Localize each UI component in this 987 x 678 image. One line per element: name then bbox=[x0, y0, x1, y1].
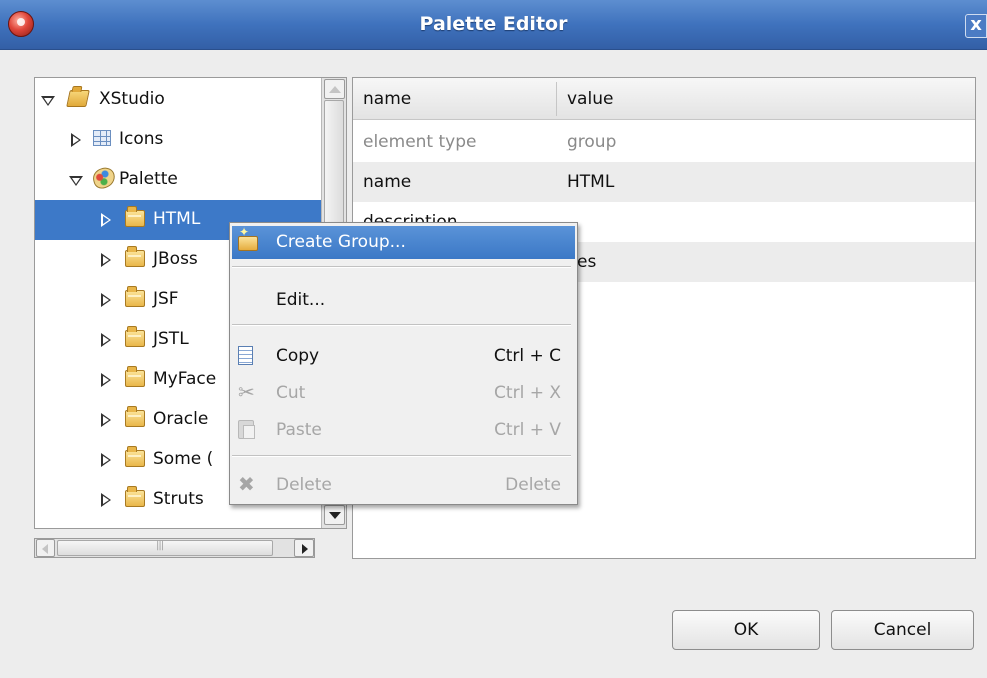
scroll-up-icon[interactable] bbox=[324, 79, 345, 99]
menu-item-label: Create Group... bbox=[276, 232, 406, 252]
expand-triangle-icon[interactable] bbox=[101, 253, 111, 267]
close-button[interactable]: x bbox=[965, 14, 987, 38]
folder-icon bbox=[125, 446, 145, 467]
expand-triangle-icon[interactable] bbox=[101, 213, 111, 227]
horizontal-scroll-thumb[interactable] bbox=[57, 540, 273, 556]
expand-triangle-icon[interactable] bbox=[101, 413, 111, 427]
expand-triangle-icon[interactable] bbox=[101, 453, 111, 467]
property-value[interactable]: HTML bbox=[567, 172, 614, 192]
tree-item-label: JSTL bbox=[153, 329, 189, 349]
create-group-icon bbox=[238, 225, 258, 251]
property-name: name bbox=[363, 172, 412, 192]
tree-item-palette[interactable]: Palette bbox=[35, 160, 321, 200]
tree-item-xstudio[interactable]: XStudio bbox=[35, 80, 321, 120]
context-menu: Create Group... Edit... Copy Ctrl + C ✂ … bbox=[229, 222, 578, 505]
palette-icon bbox=[90, 165, 118, 191]
property-value: group bbox=[567, 132, 617, 152]
folder-icon bbox=[125, 326, 145, 347]
tree-item-label: Icons bbox=[119, 129, 164, 149]
scroll-right-icon[interactable] bbox=[294, 539, 314, 557]
menu-item-delete[interactable]: ✖ Delete Delete bbox=[232, 469, 575, 502]
scroll-down-icon[interactable] bbox=[324, 505, 345, 525]
collapse-triangle-icon[interactable] bbox=[41, 96, 55, 106]
folder-icon bbox=[125, 486, 145, 507]
menu-separator bbox=[232, 266, 571, 268]
property-name: element type bbox=[363, 132, 477, 152]
column-divider[interactable] bbox=[556, 82, 557, 116]
menu-item-paste[interactable]: Paste Ctrl + V bbox=[232, 414, 575, 447]
tree-item-label: Oracle bbox=[153, 409, 209, 429]
menu-item-shortcut: Ctrl + X bbox=[494, 383, 561, 403]
tree-item-icons[interactable]: Icons bbox=[35, 120, 321, 160]
table-row[interactable]: element type group bbox=[353, 122, 975, 162]
menu-item-shortcut: Ctrl + C bbox=[493, 346, 561, 366]
menu-item-label: Cut bbox=[276, 383, 306, 403]
menu-item-label: Copy bbox=[276, 346, 320, 366]
menu-item-label: Delete bbox=[276, 475, 332, 495]
menu-item-label: Paste bbox=[276, 420, 322, 440]
title-bar: Palette Editor x bbox=[0, 0, 987, 50]
tree-item-label: Struts bbox=[153, 489, 204, 509]
column-header-name[interactable]: name bbox=[363, 89, 411, 109]
menu-item-edit[interactable]: Edit... bbox=[232, 284, 575, 317]
folder-open-icon bbox=[66, 90, 90, 107]
tree-item-label: Palette bbox=[119, 169, 178, 189]
menu-item-copy[interactable]: Copy Ctrl + C bbox=[232, 340, 575, 373]
folder-icon bbox=[125, 286, 145, 307]
delete-icon: ✖ bbox=[238, 472, 255, 496]
folder-icon bbox=[125, 406, 145, 427]
icons-grid-icon bbox=[93, 130, 111, 146]
menu-item-label: Edit... bbox=[276, 290, 326, 310]
tree-item-label: HTML bbox=[153, 209, 201, 229]
menu-item-shortcut: Ctrl + V bbox=[494, 420, 561, 440]
expand-triangle-icon[interactable] bbox=[101, 373, 111, 387]
collapse-triangle-icon[interactable] bbox=[69, 176, 83, 186]
ok-button[interactable]: OK bbox=[672, 610, 820, 650]
folder-icon bbox=[125, 366, 145, 387]
expand-triangle-icon[interactable] bbox=[101, 293, 111, 307]
tree-item-label: JSF bbox=[153, 289, 179, 309]
folder-icon bbox=[125, 246, 145, 267]
tree-item-label: JBoss bbox=[153, 249, 198, 269]
window-title: Palette Editor bbox=[419, 13, 568, 35]
expand-triangle-icon[interactable] bbox=[101, 493, 111, 507]
table-row[interactable]: name HTML bbox=[353, 162, 975, 202]
table-header: name value bbox=[353, 78, 975, 120]
copy-icon bbox=[234, 344, 253, 365]
menu-item-create-group[interactable]: Create Group... bbox=[232, 225, 575, 259]
cancel-button[interactable]: Cancel bbox=[831, 610, 974, 650]
cut-icon: ✂ bbox=[238, 380, 255, 404]
folder-icon bbox=[125, 206, 145, 227]
paste-icon bbox=[238, 420, 255, 439]
menu-separator bbox=[232, 455, 571, 457]
menu-item-cut[interactable]: ✂ Cut Ctrl + X bbox=[232, 377, 575, 410]
expand-triangle-icon[interactable] bbox=[71, 133, 81, 147]
menu-separator bbox=[232, 324, 571, 326]
tree-horizontal-scrollbar[interactable] bbox=[34, 538, 315, 558]
menu-item-shortcut: Delete bbox=[505, 475, 561, 495]
tree-item-label: MyFace bbox=[153, 369, 217, 389]
tree-item-label: Some ( bbox=[153, 449, 214, 469]
column-header-value[interactable]: value bbox=[567, 89, 613, 109]
expand-triangle-icon[interactable] bbox=[101, 333, 111, 347]
scroll-left-icon[interactable] bbox=[36, 539, 55, 557]
tree-item-label: XStudio bbox=[99, 89, 165, 109]
